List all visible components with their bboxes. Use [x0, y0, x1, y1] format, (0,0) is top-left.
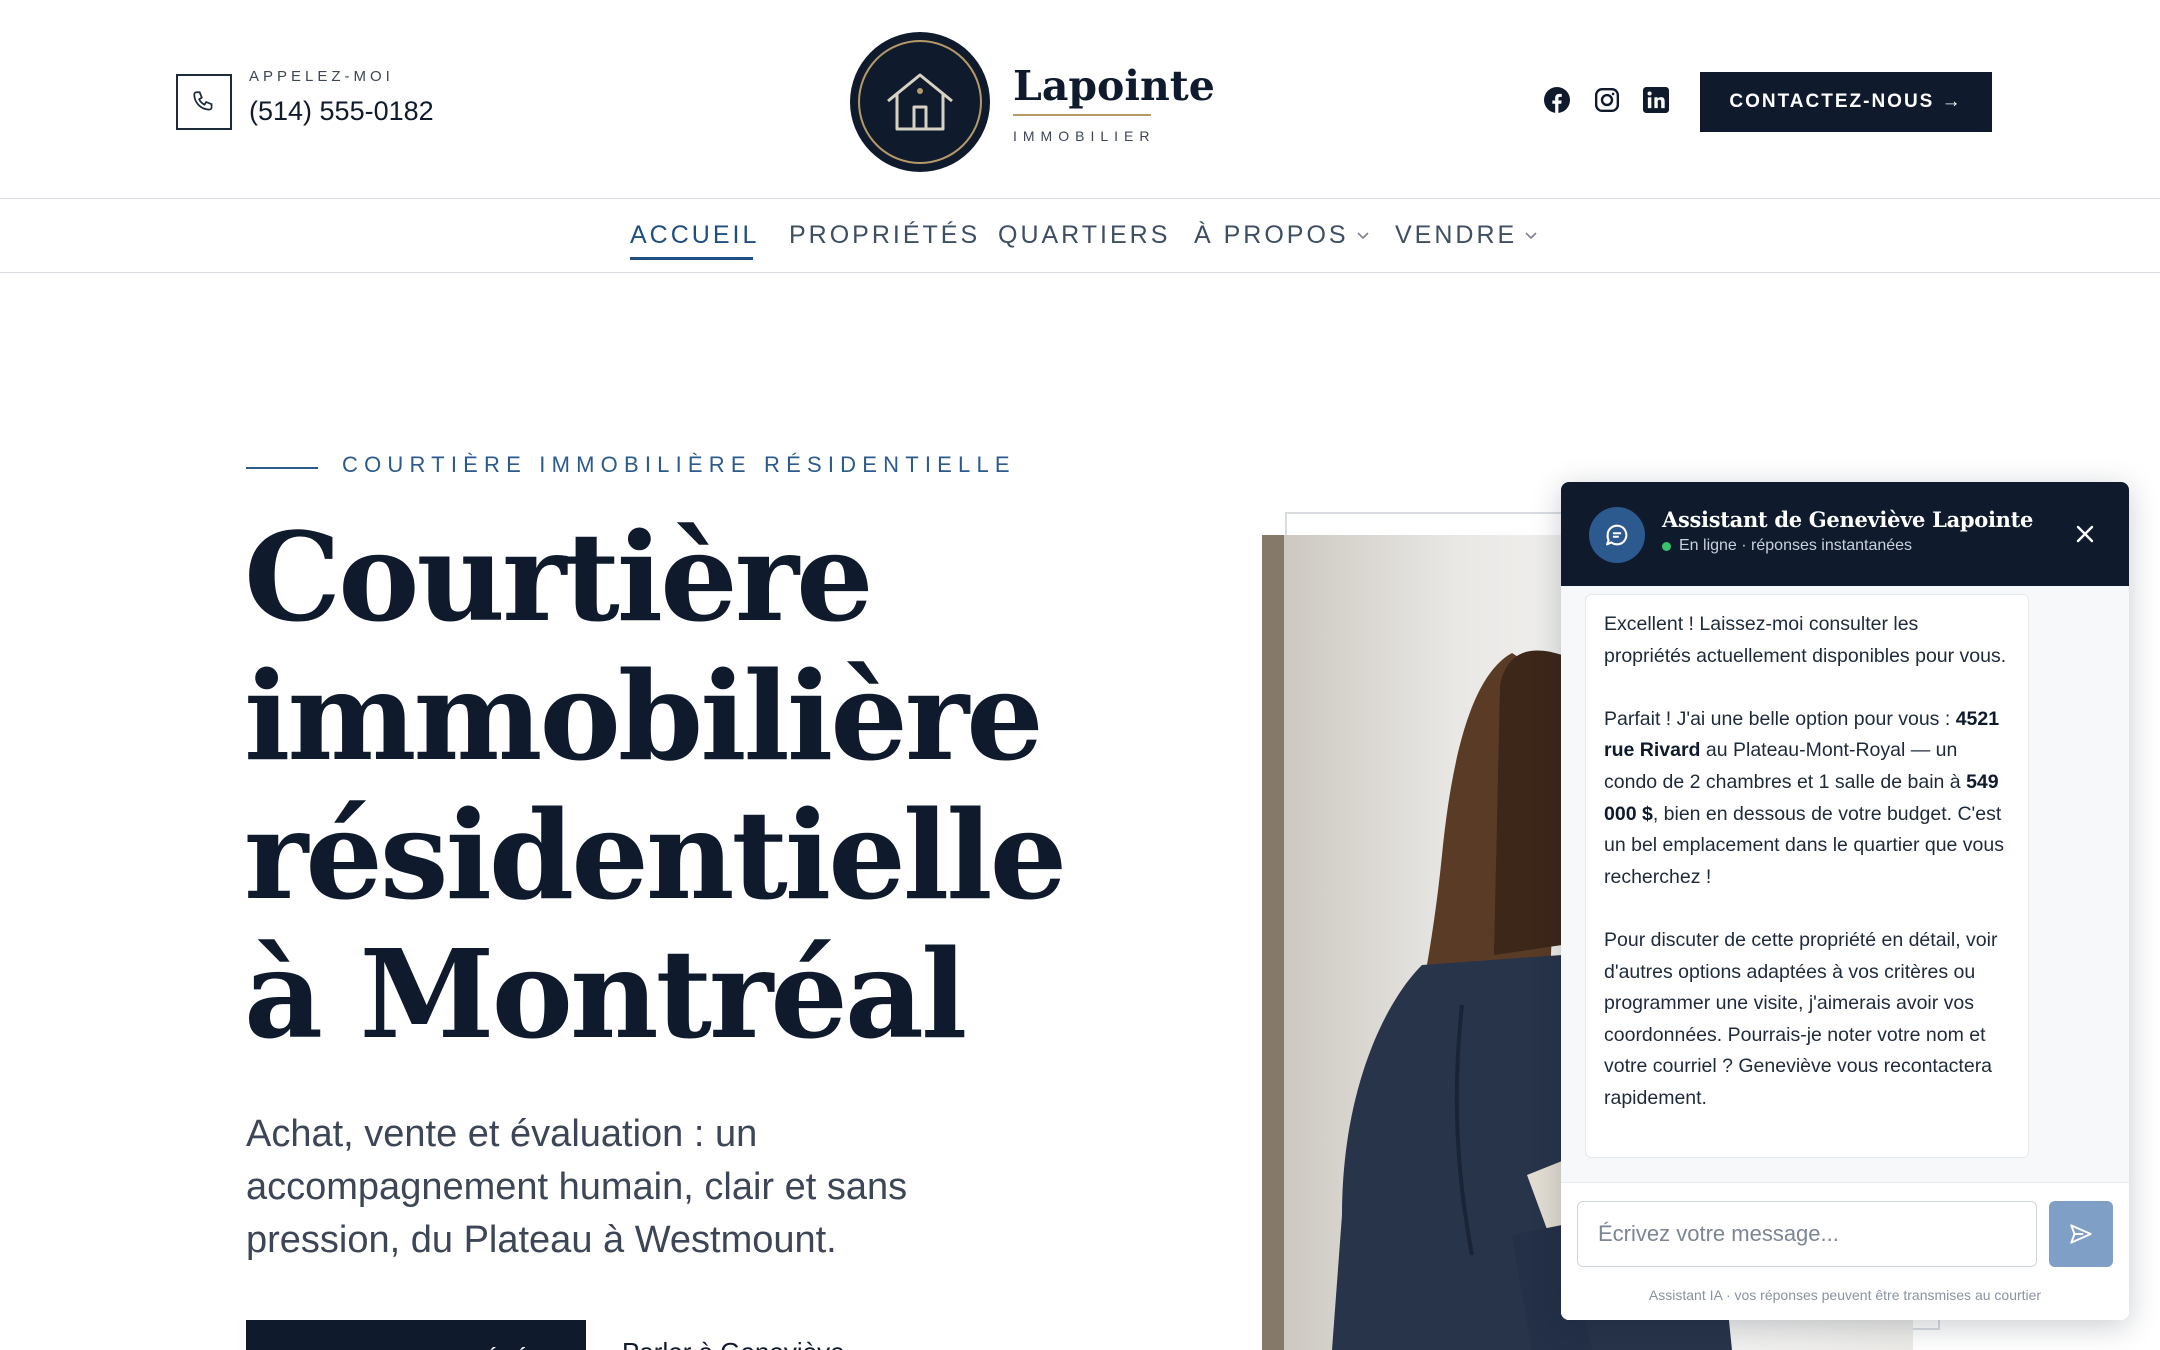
linkedin-icon[interactable] [1642, 86, 1670, 114]
instagram-icon[interactable] [1593, 86, 1621, 114]
chat-bubble-icon [1589, 507, 1645, 563]
hero-subtitle: Achat, vente et évaluation : un accompag… [246, 1113, 908, 1261]
nav-item-proprietes[interactable]: PROPRIÉTÉS [789, 221, 980, 250]
close-icon[interactable] [2067, 516, 2103, 552]
talk-to-agent-link[interactable]: Parler à Geneviève [622, 1337, 845, 1350]
message-paragraph: Parfait ! J'ai une belle option pour vou… [1604, 707, 2004, 888]
chat-status: En ligne · réponses instantanées [1662, 537, 1912, 555]
assistant-message: Excellent ! Laissez-moi consulter les pr… [1585, 594, 2029, 1158]
nav-item-label: À PROPOS [1194, 221, 1349, 249]
chat-footer: Assistant IA · vos réponses peuvent être… [1561, 1182, 2129, 1320]
nav-item-quartiers[interactable]: QUARTIERS [998, 221, 1170, 250]
contact-button[interactable]: CONTACTEZ-NOUS → [1700, 72, 1992, 132]
send-button[interactable] [2049, 1201, 2113, 1267]
logo-divider [1013, 114, 1151, 116]
site-header: APPELEZ-MOI (514) 555-0182 Lapointe IMMO… [0, 0, 2160, 198]
view-properties-button[interactable]: VOIR LES PROPRIÉTÉS [246, 1320, 586, 1350]
chat-title: Assistant de Geneviève Lapointe [1662, 507, 2034, 532]
hero-title-line: résidentielle [244, 783, 1067, 927]
nav-item-label: VENDRE [1395, 221, 1518, 249]
eyebrow-divider [246, 467, 318, 469]
send-icon [2070, 1224, 2092, 1244]
hero-title-line: immobilière [244, 644, 1044, 788]
chat-disclaimer: Assistant IA · vos réponses peuvent être… [1648, 1287, 2042, 1303]
logo-house-icon[interactable] [850, 32, 990, 172]
hero-title-line: Courtière [244, 505, 874, 649]
hero-eyebrow: COURTIÈRE IMMOBILIÈRE RÉSIDENTIELLE [342, 452, 1016, 477]
chat-status-text: En ligne · réponses instantanées [1679, 537, 1913, 554]
nav-active-indicator [630, 257, 753, 260]
chevron-down-icon [1357, 227, 1369, 244]
chat-header: Assistant de Geneviève Lapointe En ligne… [1561, 482, 2129, 586]
nav-item-label: ACCUEIL [630, 221, 760, 249]
hero-title-line: à Montréal [244, 922, 967, 1066]
chevron-down-icon [1525, 227, 1537, 244]
logo-subtitle: IMMOBILIER [1013, 128, 1156, 144]
nav-item-accueil[interactable]: ACCUEIL [630, 221, 759, 250]
online-indicator [1662, 541, 1671, 551]
nav-item-label: QUARTIERS [998, 221, 1171, 249]
message-paragraph: Pour discuter de cette propriété en déta… [1604, 928, 1998, 1109]
phone-number-link[interactable]: (514) 555-0182 [249, 96, 434, 127]
main-nav: ACCUEIL PROPRIÉTÉS QUARTIERS À PROPOS VE… [0, 198, 2160, 273]
nav-item-a-propos[interactable]: À PROPOS [1194, 221, 1369, 250]
logo-name[interactable]: Lapointe [1013, 62, 1215, 110]
nav-item-label: PROPRIÉTÉS [789, 221, 981, 249]
hero-title: Courtière immobilière résidentielle à Mo… [244, 505, 1067, 1066]
phone-icon[interactable] [176, 74, 232, 130]
message-paragraph: Excellent ! Laissez-moi consulter les pr… [1604, 613, 2007, 667]
nav-item-vendre[interactable]: VENDRE [1395, 221, 1537, 250]
chat-message-input[interactable] [1577, 1201, 2037, 1267]
chat-widget: Assistant de Geneviève Lapointe En ligne… [1561, 482, 2129, 1320]
facebook-icon[interactable] [1543, 86, 1571, 114]
phone-label: APPELEZ-MOI [249, 68, 394, 85]
